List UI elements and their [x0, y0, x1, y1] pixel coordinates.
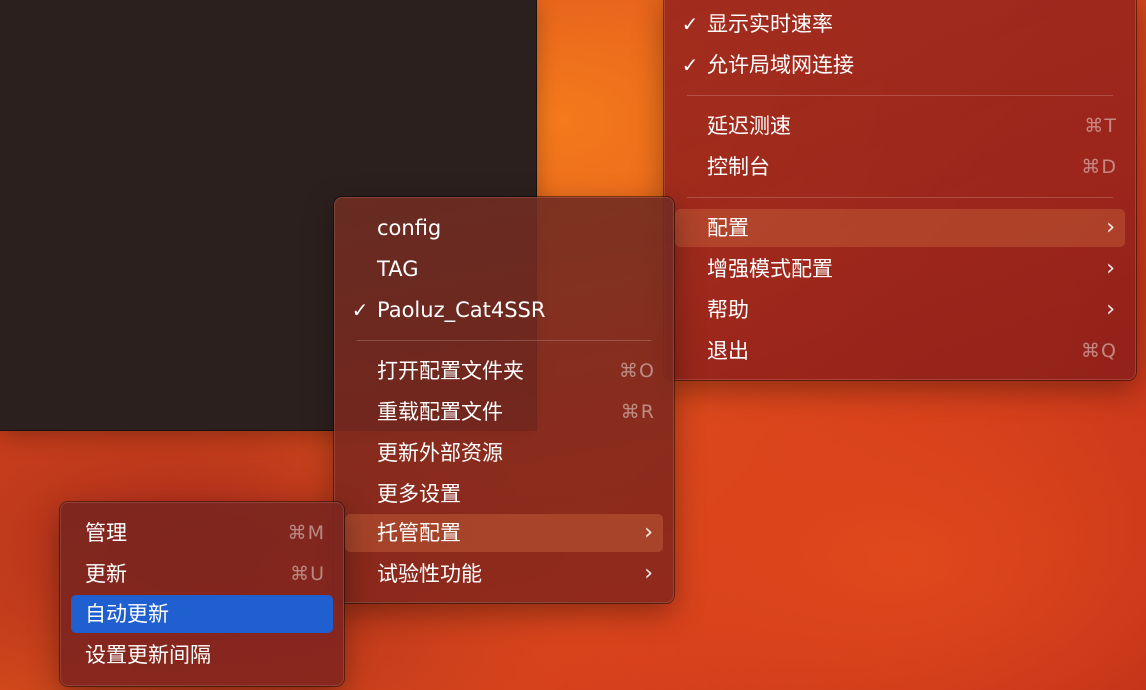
chevron-right-icon: ›	[1106, 297, 1115, 322]
menu-item-quit[interactable]: 退出 ⌘Q	[675, 332, 1125, 370]
menu-item-label: 显示实时速率	[707, 12, 833, 36]
chevron-right-icon: ›	[644, 520, 653, 545]
menu-item-label: 帮助	[707, 298, 749, 322]
menu-item-profile-config[interactable]: config	[345, 209, 663, 247]
menu-item-auto-update[interactable]: 自动更新	[71, 595, 333, 633]
menu-item-show-realtime-speed[interactable]: ✓ 显示实时速率	[675, 5, 1125, 43]
menu-item-hosted-config[interactable]: 托管配置 ›	[345, 514, 663, 552]
menu-item-more-settings[interactable]: 更多设置	[345, 475, 663, 513]
menu-item-open-config-folder[interactable]: 打开配置文件夹 ⌘O	[345, 352, 663, 390]
menu-item-label: 重载配置文件	[377, 400, 503, 424]
menu-item-label: config	[377, 216, 442, 240]
menu-separator	[687, 95, 1113, 96]
menu-item-allow-lan[interactable]: ✓ 允许局域网连接	[675, 46, 1125, 84]
menu-item-label: 允许局域网连接	[707, 53, 854, 77]
menu-item-label: 更新	[85, 562, 127, 586]
menu-item-set-update-interval[interactable]: 设置更新间隔	[71, 636, 333, 674]
menu-item-label: 退出	[707, 339, 749, 363]
menu-item-label: 控制台	[707, 155, 770, 179]
menu-item-experimental-features[interactable]: 试验性功能 ›	[345, 555, 663, 593]
checkmark-icon: ✓	[351, 298, 369, 322]
menu-item-label: 打开配置文件夹	[377, 359, 524, 383]
main-menu: ✓ 显示实时速率 ✓ 允许局域网连接 延迟测速 ⌘T 控制台 ⌘D 配置 › 增…	[664, 0, 1136, 380]
menu-item-label: 增强模式配置	[707, 257, 833, 281]
checkmark-icon: ✓	[681, 53, 699, 77]
checkmark-icon: ✓	[681, 12, 699, 36]
menu-item-help[interactable]: 帮助 ›	[675, 291, 1125, 329]
menu-item-label: Paoluz_Cat4SSR	[377, 298, 546, 322]
shortcut-label: ⌘R	[620, 401, 655, 423]
chevron-right-icon: ›	[644, 561, 653, 586]
menu-item-label: 更多设置	[377, 482, 461, 506]
menu-item-label: 管理	[85, 521, 127, 545]
menu-item-console[interactable]: 控制台 ⌘D	[675, 148, 1125, 186]
menu-item-enhanced-mode-config[interactable]: 增强模式配置 ›	[675, 250, 1125, 288]
shortcut-label: ⌘Q	[1081, 340, 1117, 362]
shortcut-label: ⌘U	[290, 563, 325, 585]
hosted-config-submenu: 管理 ⌘M 更新 ⌘U 自动更新 设置更新间隔	[60, 502, 344, 686]
shortcut-label: ⌘T	[1084, 115, 1117, 137]
menu-item-label: 试验性功能	[377, 562, 482, 586]
menu-item-update[interactable]: 更新 ⌘U	[71, 555, 333, 593]
chevron-right-icon: ›	[1106, 256, 1115, 281]
menu-item-label: 延迟测速	[707, 114, 791, 138]
menu-separator	[357, 340, 651, 341]
chevron-right-icon: ›	[1106, 215, 1115, 240]
menu-item-label: TAG	[377, 257, 419, 281]
menu-item-latency-test[interactable]: 延迟测速 ⌘T	[675, 107, 1125, 145]
menu-item-label: 托管配置	[377, 521, 461, 545]
menu-item-update-external-resources[interactable]: 更新外部资源	[345, 434, 663, 472]
menu-item-label: 自动更新	[85, 602, 169, 626]
menu-item-profile-paoluz[interactable]: ✓ Paoluz_Cat4SSR	[345, 291, 663, 329]
shortcut-label: ⌘O	[619, 360, 655, 382]
menu-item-profile-tag[interactable]: TAG	[345, 250, 663, 288]
config-submenu: config TAG ✓ Paoluz_Cat4SSR 打开配置文件夹 ⌘O 重…	[334, 197, 674, 603]
menu-item-label: 配置	[707, 216, 749, 240]
menu-item-config[interactable]: 配置 ›	[675, 209, 1125, 247]
shortcut-label: ⌘D	[1081, 156, 1117, 178]
menu-separator	[687, 197, 1113, 198]
menu-item-reload-config[interactable]: 重载配置文件 ⌘R	[345, 393, 663, 431]
menu-item-label: 更新外部资源	[377, 441, 503, 465]
shortcut-label: ⌘M	[287, 522, 325, 544]
menu-item-manage[interactable]: 管理 ⌘M	[71, 514, 333, 552]
menu-item-label: 设置更新间隔	[85, 643, 211, 667]
